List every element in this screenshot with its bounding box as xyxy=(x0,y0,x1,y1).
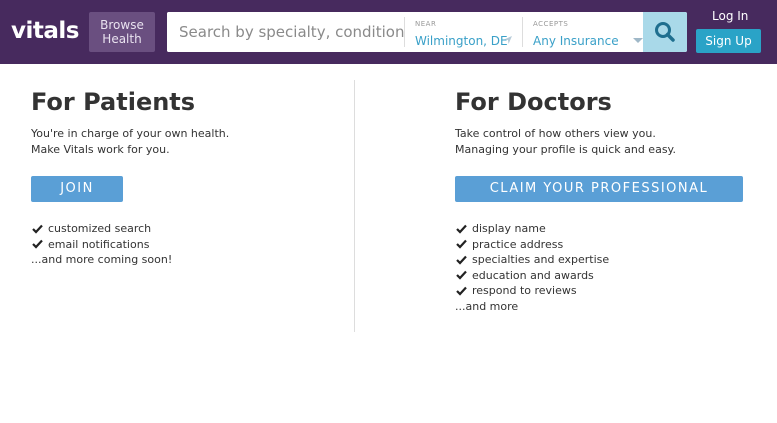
claim-profile-button[interactable]: CLAIM YOUR PROFESSIONAL xyxy=(455,176,743,202)
insurance-select[interactable]: ACCEPTS Any Insurance xyxy=(533,12,643,52)
join-button[interactable]: JOIN xyxy=(31,176,123,202)
accepts-value: Any Insurance xyxy=(533,34,619,48)
feature-label: practice address xyxy=(472,237,564,251)
check-icon xyxy=(456,286,467,296)
list-item: respond to reviews xyxy=(455,283,755,299)
doctors-desc-line1: Take control of how others view you. xyxy=(455,127,656,140)
vitals-logo[interactable]: vitals xyxy=(11,18,79,44)
search-button[interactable] xyxy=(643,12,687,52)
accepts-label: ACCEPTS xyxy=(533,20,569,28)
feature-label: display name xyxy=(472,222,546,235)
location-arrow-icon xyxy=(504,36,512,44)
check-icon xyxy=(456,255,467,265)
list-item: email notifications xyxy=(31,237,331,253)
list-item: practice address xyxy=(455,237,755,253)
check-icon xyxy=(456,271,467,280)
doctors-section: For Doctors Take control of how others v… xyxy=(455,88,755,314)
doctors-more-text: ...and more xyxy=(455,299,519,313)
check-icon xyxy=(32,240,43,249)
feature-label: education and awards xyxy=(472,268,594,282)
feature-label: specialties and expertise xyxy=(472,253,610,266)
browse-label-line2: Health xyxy=(102,32,142,46)
list-item: customized search xyxy=(31,221,331,237)
near-label: NEAR xyxy=(415,20,437,28)
patients-description: You're in charge of your own health. Mak… xyxy=(31,126,331,158)
search-divider xyxy=(404,17,405,47)
doctors-desc-line2: Managing your profile is quick and easy. xyxy=(455,143,676,156)
check-icon xyxy=(32,224,43,234)
list-item: display name xyxy=(455,221,755,237)
signup-button[interactable]: Sign Up xyxy=(696,29,761,53)
browse-health-button[interactable]: Browse Health xyxy=(89,12,155,52)
list-item: specialties and expertise xyxy=(455,252,755,268)
feature-label: respond to reviews xyxy=(472,284,577,297)
chevron-down-icon xyxy=(633,38,643,43)
list-item: education and awards xyxy=(455,268,755,284)
column-divider xyxy=(354,80,355,332)
location-field[interactable]: NEAR Wilmington, DE xyxy=(415,12,521,52)
doctors-heading: For Doctors xyxy=(455,88,612,116)
patients-feature-list: customized search email notifications xyxy=(31,221,331,252)
top-header: vitals Browse Health NEAR Wilmington, DE… xyxy=(0,0,777,64)
patients-more-text: ...and more coming soon! xyxy=(31,253,173,266)
feature-label: customized search xyxy=(48,222,152,235)
browse-label-line1: Browse xyxy=(100,18,144,32)
login-link[interactable]: Log In xyxy=(712,9,748,23)
patients-desc-line1: You're in charge of your own health. xyxy=(31,127,230,140)
search-icon xyxy=(655,22,675,42)
check-icon xyxy=(456,224,467,234)
doctors-feature-list: display name practice address specialtie… xyxy=(455,221,755,299)
near-value: Wilmington, DE xyxy=(415,34,508,48)
near-divider xyxy=(522,17,523,47)
doctors-description: Take control of how others view you. Man… xyxy=(455,126,755,158)
search-bar: NEAR Wilmington, DE ACCEPTS Any Insuranc… xyxy=(167,12,687,52)
feature-label: email notifications xyxy=(48,237,150,251)
patients-heading: For Patients xyxy=(31,88,196,116)
patients-desc-line2: Make Vitals work for you. xyxy=(31,143,170,156)
check-icon xyxy=(456,240,467,249)
patients-section: For Patients You're in charge of your ow… xyxy=(31,88,331,268)
search-input[interactable] xyxy=(167,12,404,52)
